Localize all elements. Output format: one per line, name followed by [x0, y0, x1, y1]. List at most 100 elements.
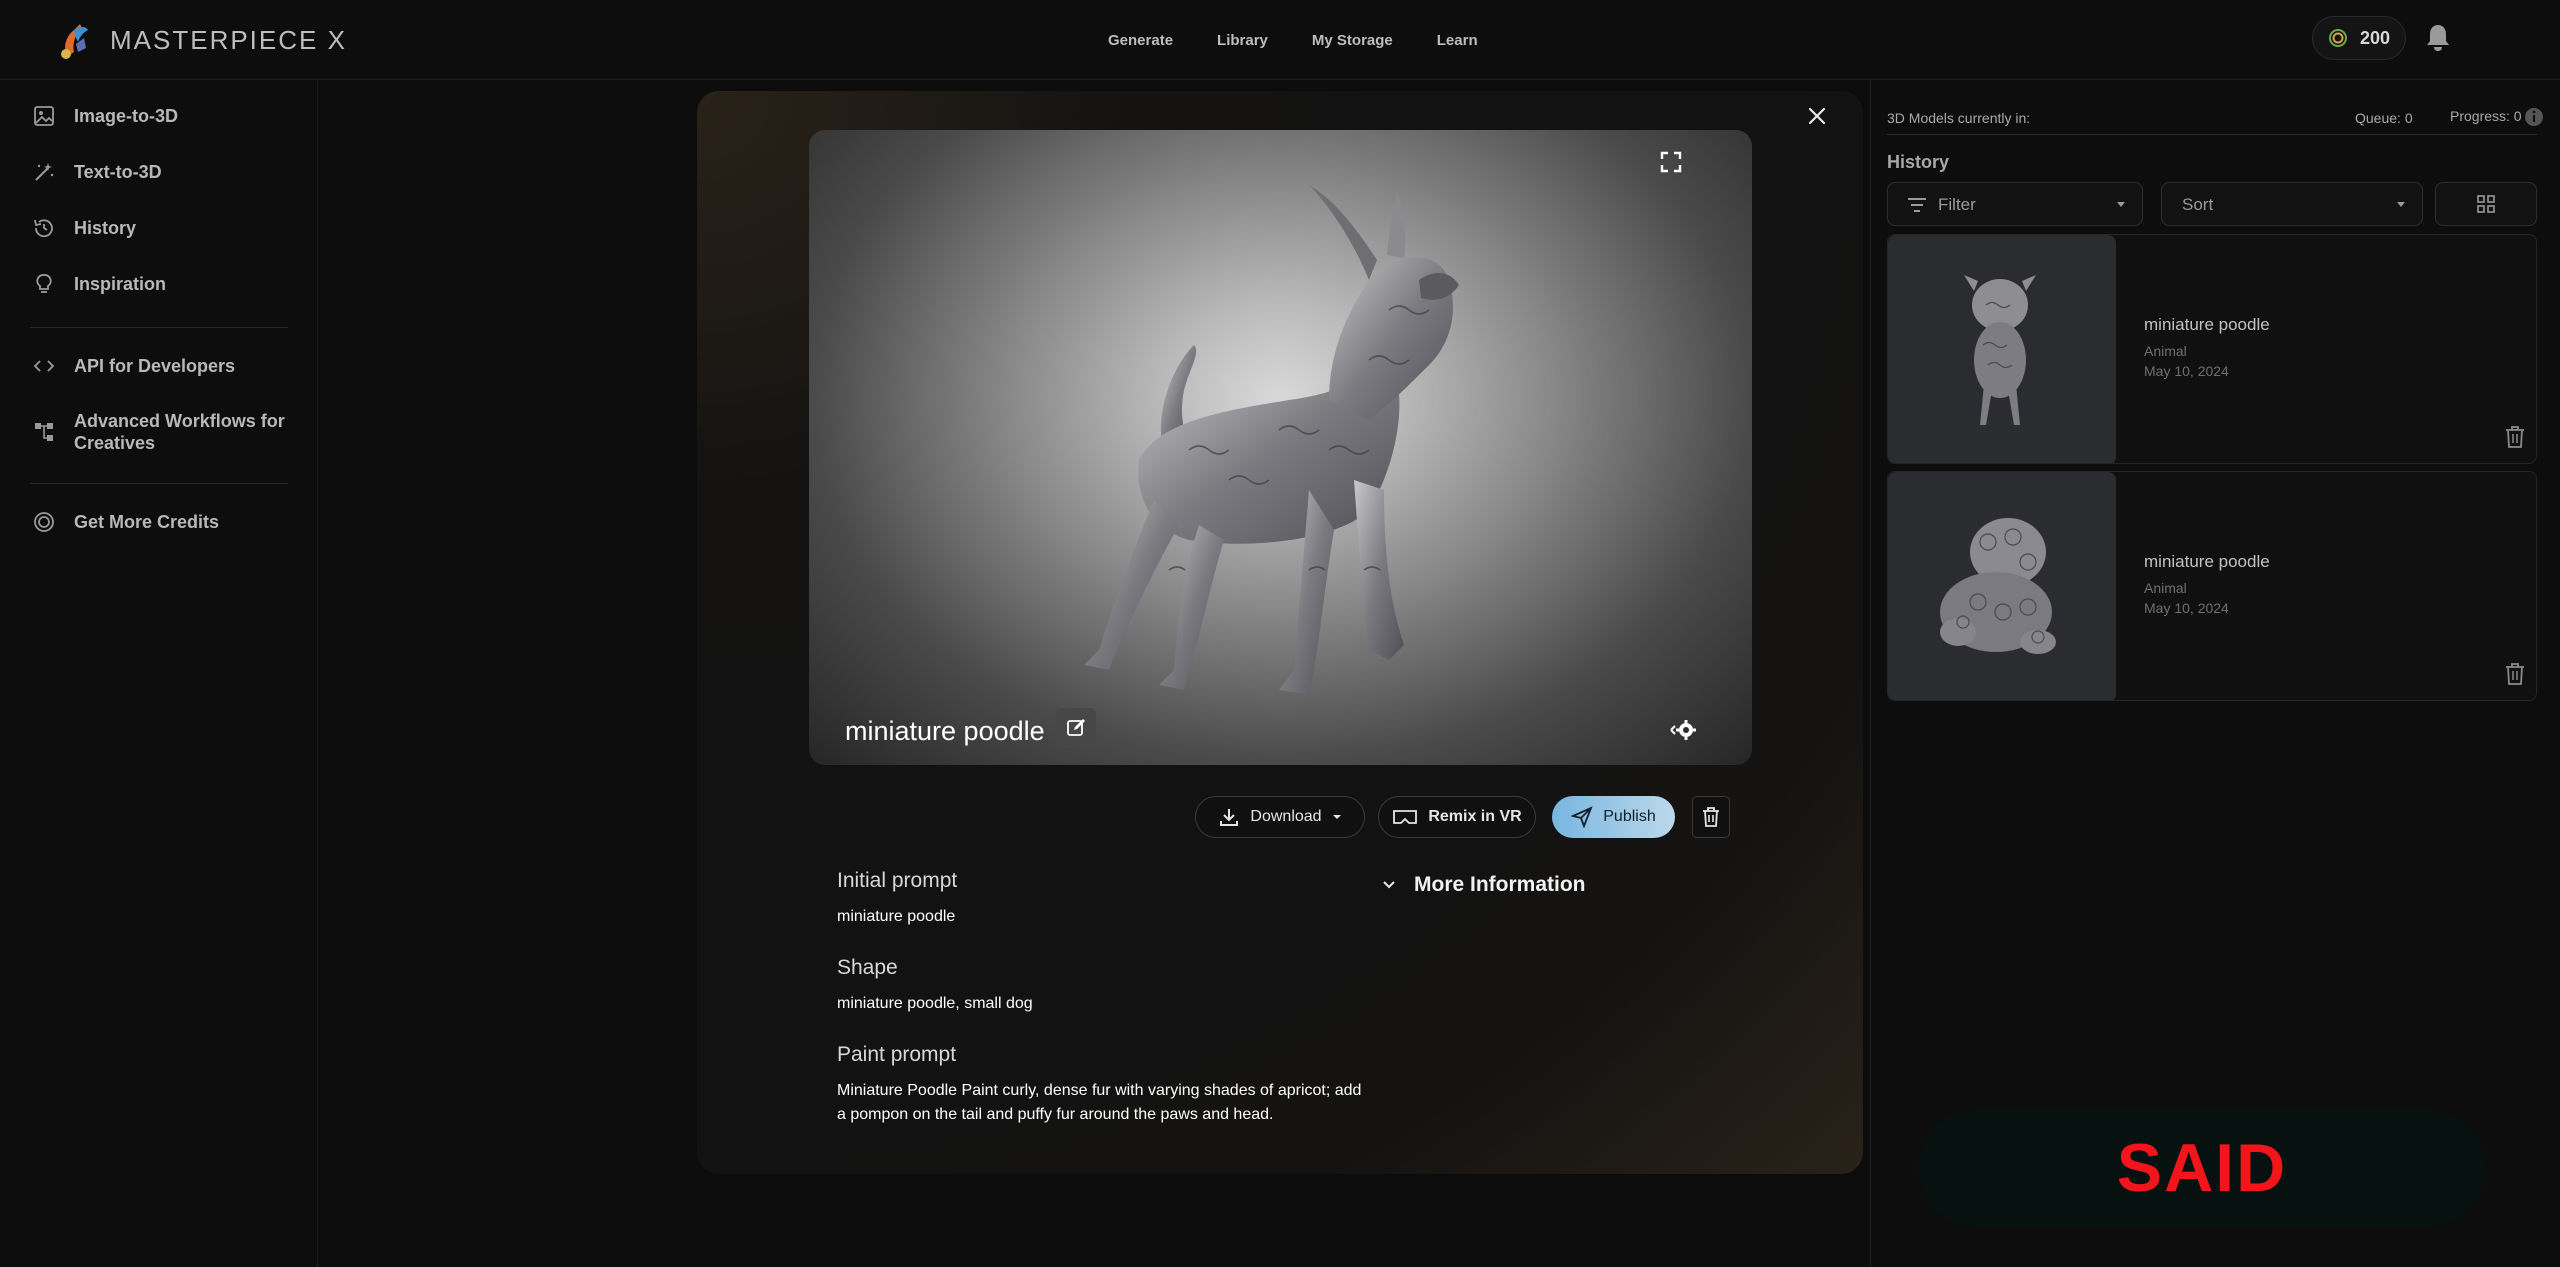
more-information-label: More Information [1414, 873, 1586, 896]
progress-count: Progress: 0 [2450, 108, 2522, 124]
image-icon [34, 106, 54, 126]
sidebar-item-text-to-3d[interactable]: Text-to-3D [32, 160, 162, 184]
sidebar-item-label: Get More Credits [74, 512, 220, 532]
download-label: Download [1250, 808, 1322, 825]
credits-badge[interactable]: 200 [2312, 16, 2406, 60]
sort-dropdown[interactable]: Sort [2161, 182, 2423, 226]
sidebar-item-advanced-workflows[interactable]: Advanced Workflows for Creatives [32, 410, 304, 454]
history-clock-icon [34, 219, 53, 238]
sidebar-item-inspiration[interactable]: Inspiration [32, 272, 166, 296]
shape-value: miniature poodle, small dog [837, 995, 1033, 1012]
publish-button[interactable]: Publish [1552, 796, 1675, 838]
sidebar-item-history[interactable]: History [32, 216, 136, 240]
credits-value: 200 [2359, 27, 2391, 48]
sidebar-item-get-more-credits[interactable]: Get More Credits [32, 510, 219, 534]
credits-coin-icon [2328, 29, 2347, 47]
history-card-date: May 10, 2024 [2144, 363, 2229, 379]
edit-title-button[interactable] [1056, 708, 1096, 748]
info-icon[interactable] [2523, 106, 2545, 128]
viewer-settings-gear-icon[interactable] [1665, 718, 1697, 742]
remix-label: Remix in VR [1428, 808, 1522, 825]
nav-generate[interactable]: Generate [1108, 32, 1173, 49]
queue-status: 3D Models currently in: Queue: 0 Progres… [1887, 104, 2543, 132]
fullscreen-icon[interactable] [1659, 150, 1683, 174]
initial-prompt-value: miniature poodle [837, 908, 956, 925]
magic-wand-icon [35, 163, 54, 181]
history-card-category: Animal [2144, 343, 2187, 359]
right-history-panel: 3D Models currently in: Queue: 0 Progres… [1870, 80, 2560, 1267]
paint-prompt-value: Miniature Poodle Paint curly, dense fur … [837, 1082, 1362, 1123]
history-card-category: Animal [2144, 580, 2187, 596]
3d-model-viewer[interactable]: miniature poodle [809, 130, 1752, 765]
history-card-thumbnail [1888, 472, 2116, 700]
delete-model-button[interactable] [1692, 796, 1730, 838]
sidebar-item-image-to-3d[interactable]: Image-to-3D [32, 104, 178, 128]
close-icon[interactable] [1802, 101, 1832, 131]
sidebar-divider [30, 483, 288, 484]
lightbulb-icon [36, 274, 52, 293]
history-card[interactable]: miniature poodle Animal May 10, 2024 [1887, 234, 2537, 464]
download-icon [1220, 809, 1239, 826]
trash-icon [1703, 807, 1719, 827]
initial-prompt-label: Initial prompt [837, 869, 958, 892]
brand-name: MASTERPIECE X [110, 24, 347, 55]
notification-bell-icon[interactable] [2424, 22, 2452, 54]
sidebar-item-label: History [74, 218, 137, 238]
chevron-down-icon [1332, 815, 1341, 819]
history-card[interactable]: miniature poodle Animal May 10, 2024 [1887, 471, 2537, 701]
queue-label: 3D Models currently in: [1887, 110, 2031, 126]
top-bar: MASTERPIECE X Generate Library My Storag… [0, 0, 2560, 80]
grid-view-toggle[interactable] [2435, 182, 2537, 226]
nav-learn[interactable]: Learn [1437, 32, 1478, 49]
credits-coin-icon [34, 512, 54, 532]
poodle-thumbnail-image [1940, 518, 2056, 654]
download-button[interactable]: Download [1195, 796, 1365, 838]
main-nav: Generate Library My Storage Learn [1108, 22, 1478, 58]
history-card-date: May 10, 2024 [2144, 600, 2229, 616]
sidebar-item-label: Inspiration [74, 274, 167, 294]
said-watermark: SAID [1918, 1110, 2486, 1226]
sidebar-item-label: Image-to-3D [74, 106, 179, 126]
initial-prompt-section: Initial prompt miniature poodle [837, 869, 1367, 929]
model-actions: Download Remix in VR Publish [697, 796, 1863, 838]
chevron-down-icon [1383, 881, 1395, 889]
paint-prompt-section: Paint prompt Miniature Poodle Paint curl… [837, 1043, 1367, 1127]
model-detail-modal: miniature poodle Download Remix in VR Pu… [697, 91, 1863, 1174]
code-icon [33, 360, 55, 372]
queue-count: Queue: 0 [2355, 110, 2413, 126]
model-title: miniature poodle [845, 716, 1045, 746]
left-sidebar: Image-to-3D Text-to-3D History Inspirati… [0, 80, 318, 1267]
sidebar-divider [30, 327, 288, 328]
remix-in-vr-button[interactable]: Remix in VR [1378, 796, 1536, 838]
sidebar-item-api-for-developers[interactable]: API for Developers [32, 354, 235, 378]
app-root: MASTERPIECE X Generate Library My Storag… [0, 0, 2560, 1267]
nav-library[interactable]: Library [1217, 32, 1268, 49]
sidebar-item-label: API for Developers [74, 356, 236, 376]
more-information-toggle[interactable]: More Information [1382, 873, 1586, 897]
sidebar-item-label: Advanced Workflows for Creatives [74, 411, 285, 453]
nav-my-storage[interactable]: My Storage [1312, 32, 1393, 49]
filter-dropdown[interactable]: Filter [1887, 182, 2143, 226]
chevron-down-icon [2117, 202, 2125, 207]
history-title: History [1887, 152, 1950, 172]
dog-model-render [1084, 185, 1459, 695]
edit-pencil-icon [1067, 719, 1085, 736]
publish-label: Publish [1603, 808, 1656, 825]
trash-icon[interactable] [2504, 425, 2526, 449]
masterpiece-logo-icon [61, 24, 88, 59]
poodle-thumbnail-image [1964, 275, 2036, 425]
history-card-name: miniature poodle [2144, 315, 2270, 334]
brand[interactable]: MASTERPIECE X [52, 18, 347, 62]
filter-icon [1908, 198, 1926, 212]
vr-headset-icon [1393, 810, 1418, 824]
history-card-name: miniature poodle [2144, 552, 2270, 571]
shape-label: Shape [837, 956, 898, 979]
sidebar-item-label: Text-to-3D [74, 162, 162, 182]
filter-label: Filter [1938, 195, 1976, 214]
said-watermark-text: SAID [2116, 1130, 2288, 1206]
trash-icon[interactable] [2504, 662, 2526, 686]
chevron-down-icon [2397, 202, 2405, 207]
paint-prompt-label: Paint prompt [837, 1043, 957, 1066]
panel-divider [1887, 134, 2537, 135]
send-paper-plane-icon [1571, 806, 1593, 828]
